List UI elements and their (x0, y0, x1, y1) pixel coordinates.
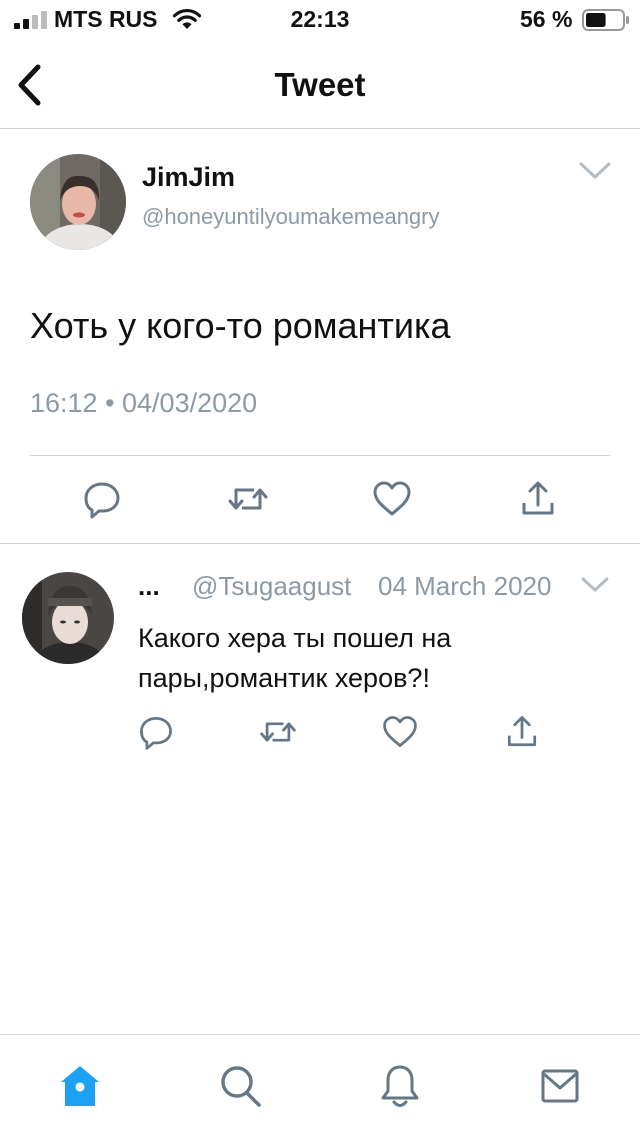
reply-author-name[interactable]: ... (138, 571, 160, 602)
home-icon (61, 1066, 99, 1106)
heart-icon (373, 481, 411, 516)
retweet-icon (260, 722, 296, 742)
retweet-button[interactable] (226, 477, 270, 521)
nav-header: Tweet (0, 40, 640, 129)
divider (30, 455, 610, 456)
reply-author-avatar[interactable] (22, 572, 114, 664)
author-avatar[interactable] (30, 154, 126, 250)
reply-text: Какого хера ты пошел на пары,романтик хе… (138, 623, 452, 693)
main-tweet: JimJim @honeyuntilyoumakemeangry Хоть у … (0, 129, 640, 544)
reply-like-button[interactable] (380, 712, 420, 752)
tab-search[interactable] (218, 1063, 262, 1109)
reply-date: 04 March 2020 (378, 571, 552, 601)
page-title: Tweet (274, 66, 366, 103)
author-handle[interactable]: @honeyuntilyoumakemeangry (142, 204, 440, 230)
battery-icon (582, 9, 629, 31)
retweet-icon (228, 488, 268, 510)
reply-tweet: ... @Tsugaagust 04 March 2020 Какого хер… (0, 544, 640, 774)
tab-home[interactable] (58, 1063, 102, 1109)
heart-icon (383, 716, 417, 747)
reply-icon (140, 717, 172, 750)
status-bar: MTS RUS 22:13 56 % (0, 0, 640, 40)
share-icon (507, 716, 537, 747)
tab-messages[interactable] (538, 1063, 582, 1109)
reply-share-button[interactable] (502, 712, 542, 752)
share-icon (522, 481, 554, 515)
mail-icon (541, 1069, 579, 1103)
bell-icon (381, 1065, 419, 1107)
like-button[interactable] (370, 477, 414, 521)
reply-button[interactable] (80, 477, 124, 521)
chevron-down-icon[interactable] (578, 160, 612, 182)
search-icon (221, 1066, 261, 1107)
reply-retweet-button[interactable] (258, 712, 298, 752)
author-name[interactable]: JimJim (142, 162, 235, 193)
reply-reply-button[interactable] (136, 712, 176, 752)
battery-percent: 56 % (520, 6, 573, 32)
tab-bar (0, 1034, 640, 1136)
reply-author-handle[interactable]: @Tsugaagust (192, 571, 351, 602)
share-button[interactable] (516, 477, 560, 521)
tab-notifications[interactable] (378, 1063, 422, 1109)
battery-fill (586, 13, 606, 27)
tweet-text: Хоть у кого-то романтика (30, 305, 451, 346)
tweet-timestamp: 16:12 • 04/03/2020 (30, 388, 258, 418)
chevron-down-icon[interactable] (580, 575, 610, 595)
reply-icon (84, 482, 120, 519)
